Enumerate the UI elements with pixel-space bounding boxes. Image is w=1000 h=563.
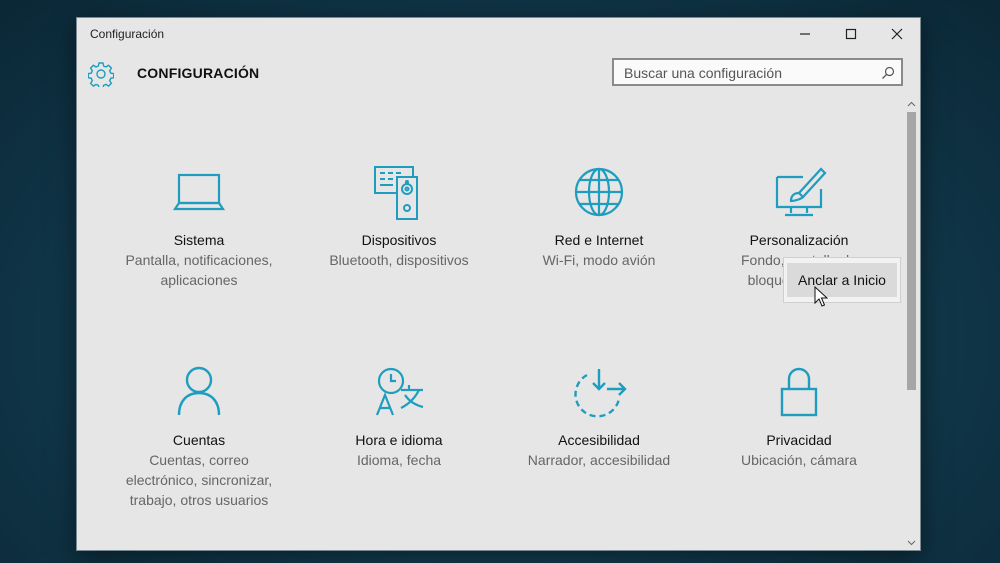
category-name: Hora e idioma	[355, 432, 443, 448]
laptop-icon	[172, 173, 226, 211]
category-name: Dispositivos	[361, 232, 437, 248]
category-description: Bluetooth, dispositivos	[329, 252, 469, 268]
category-sistema[interactable]: Sistema Pantalla, notificaciones, aplica…	[99, 163, 299, 290]
pin-to-start-menu-item[interactable]: Anclar a Inicio	[787, 263, 897, 297]
context-menu: Anclar a Inicio	[783, 257, 901, 303]
category-red-e-internet[interactable]: Red e Internet Wi-Fi, modo avión	[499, 163, 699, 270]
time-language-icon	[375, 367, 424, 416]
scroll-down-icon[interactable]	[907, 538, 916, 547]
category-name: Accesibilidad	[558, 432, 640, 448]
category-name: Cuentas	[172, 432, 226, 448]
category-description: Wi-Fi, modo avión	[542, 252, 656, 268]
lock-icon	[780, 367, 818, 417]
category-description: Pantalla, notificaciones, aplicaciones	[125, 252, 273, 288]
category-hora-e-idioma[interactable]: Hora e idioma Idioma, fecha	[299, 363, 499, 470]
category-name: Sistema	[173, 232, 225, 248]
category-name: Personalización	[749, 232, 849, 248]
category-description: Idioma, fecha	[356, 452, 442, 468]
mouse-cursor-icon	[814, 286, 828, 307]
category-cuentas[interactable]: Cuentas Cuentas, correo electrónico, sin…	[99, 363, 299, 510]
category-description: Ubicación, cámara	[741, 452, 857, 468]
vertical-scrollbar[interactable]	[903, 98, 920, 550]
settings-window: Configuración CONFIGURACIÓN Buscar una c…	[77, 18, 920, 550]
scroll-up-icon[interactable]	[907, 100, 916, 109]
globe-icon	[574, 167, 624, 217]
accessibility-icon	[574, 369, 627, 418]
category-privacidad[interactable]: Privacidad Ubicación, cámara	[699, 363, 899, 470]
scrollbar-thumb[interactable]	[907, 112, 916, 390]
person-icon	[177, 366, 221, 416]
category-name: Privacidad	[766, 432, 832, 448]
devices-icon	[374, 166, 418, 220]
category-name: Red e Internet	[554, 232, 644, 248]
category-accesibilidad[interactable]: Accesibilidad Narrador, accesibilidad	[499, 363, 699, 470]
category-description: Narrador, accesibilidad	[527, 452, 671, 468]
category-dispositivos[interactable]: Dispositivos Bluetooth, dispositivos	[299, 163, 499, 270]
paintbrush-icon	[775, 167, 827, 217]
category-description: Cuentas, correo electrónico, sincronizar…	[125, 452, 273, 508]
